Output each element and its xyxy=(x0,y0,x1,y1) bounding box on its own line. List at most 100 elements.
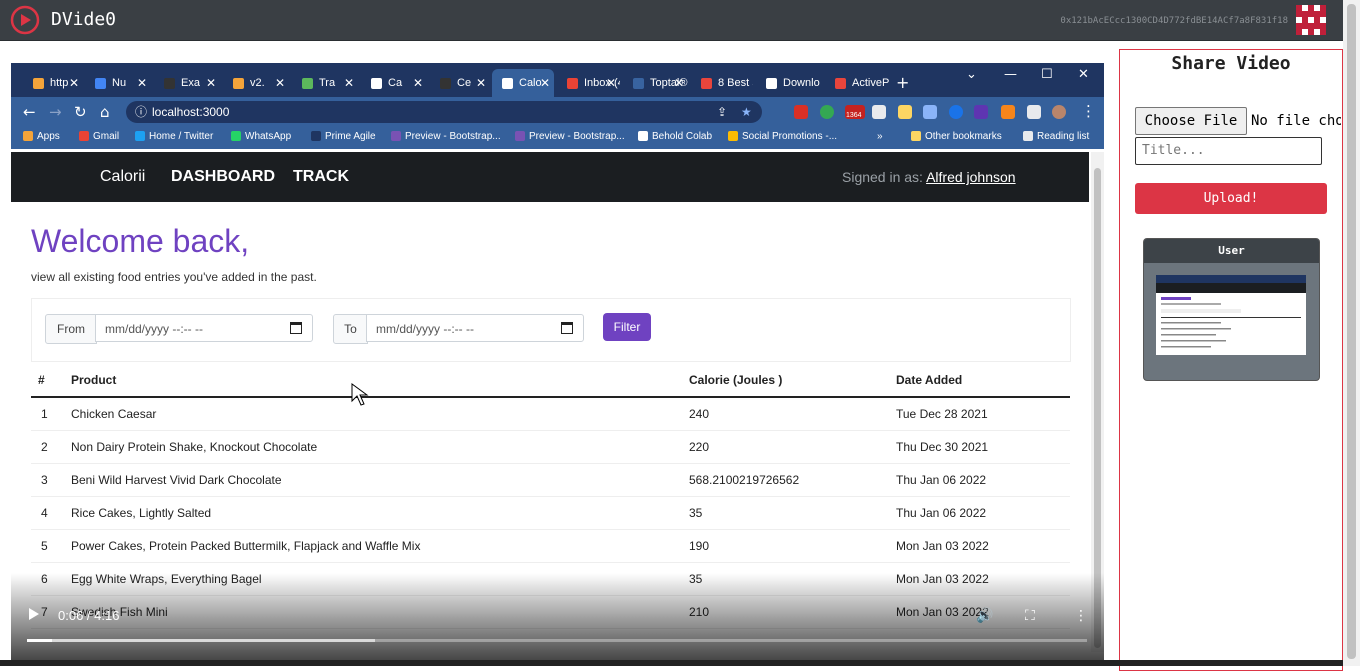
browser-toolbar: ← → ↻ ⌂ ⓘ localhost:3000 ⇪ ★ 1364 ⋮ xyxy=(11,97,1104,127)
welcome-subtitle: view all existing food entries you've ad… xyxy=(31,270,317,284)
forward-icon[interactable]: → xyxy=(49,103,62,121)
extension-icon[interactable] xyxy=(872,105,886,119)
tab-close-icon[interactable]: ✕ xyxy=(674,69,684,97)
table-row: 2 Non Dairy Protein Shake, Knockout Choco… xyxy=(31,430,1070,464)
bookmarks-bar: » Other bookmarks Reading list Apps Gmail… xyxy=(11,127,1104,149)
bookmark-item[interactable]: Social Promotions -... xyxy=(728,131,837,142)
wallet-address: 0x121bAcECcc1300CD4D772fdBE14ACf7a8F831f… xyxy=(1060,16,1288,26)
nav-dashboard[interactable]: DASHBOARD xyxy=(171,168,275,186)
tab-close-icon[interactable]: ✕ xyxy=(476,69,486,97)
bookmark-favicon-icon xyxy=(231,131,241,142)
minimize-icon[interactable]: — xyxy=(1004,67,1017,82)
from-date-input[interactable]: mm/dd/yyyy --:-- -- xyxy=(95,314,313,342)
header-index: # xyxy=(38,373,45,387)
extension-icon[interactable] xyxy=(974,105,988,119)
bookmark-item[interactable]: Behold Colab xyxy=(638,131,712,142)
tab-close-icon[interactable]: ✕ xyxy=(606,69,616,97)
browser-tab[interactable]: Downlo xyxy=(756,69,822,97)
filter-button[interactable]: Filter xyxy=(603,313,651,341)
more-icon[interactable]: ⋮ xyxy=(1081,102,1096,120)
extension-icon[interactable] xyxy=(898,105,912,119)
tab-close-icon[interactable]: ✕ xyxy=(275,69,285,97)
extension-icon[interactable] xyxy=(949,105,963,119)
bookmarks-overflow[interactable]: » xyxy=(877,131,883,142)
play-icon[interactable] xyxy=(29,608,39,620)
metamask-icon[interactable] xyxy=(1001,105,1015,119)
close-window-icon[interactable]: ✕ xyxy=(1078,67,1089,82)
video-player[interactable]: ⌄ — ☐ ✕ http ✕ Nu ✕ Exa ✕ v2. ✕ Tra ✕ Ca ✕ Ce ✕ Calo ✕ I… xyxy=(11,63,1104,663)
bookmark-favicon-icon xyxy=(638,131,648,142)
extension-icon[interactable] xyxy=(794,105,808,119)
extension-icon[interactable] xyxy=(820,105,834,119)
bookmark-item[interactable]: Preview - Bootstrap... xyxy=(515,131,625,142)
user-identicon-icon[interactable] xyxy=(1296,5,1326,35)
cell-index: 3 xyxy=(41,473,48,487)
nav-track[interactable]: TRACK xyxy=(293,168,349,186)
video-menu-icon[interactable]: ⋮ xyxy=(1074,608,1088,624)
video-card[interactable]: User xyxy=(1143,238,1320,381)
tab-close-icon[interactable]: ✕ xyxy=(540,69,550,97)
browser-tab[interactable]: 8 Best S xyxy=(691,69,753,97)
browser-tab[interactable]: http ✕ xyxy=(23,69,83,97)
table-header: # Product Calorie (Joules ) Date Added xyxy=(31,363,1070,398)
browser-tab[interactable]: Ca ✕ xyxy=(361,69,427,97)
user-name-link[interactable]: Alfred johnson xyxy=(926,169,1016,185)
calendar-icon[interactable] xyxy=(290,322,302,334)
back-icon[interactable]: ← xyxy=(23,103,36,121)
browser-tab[interactable]: Tra ✕ xyxy=(292,69,358,97)
browser-tab[interactable]: Calo ✕ xyxy=(492,69,554,97)
bookmark-item[interactable]: Prime Agile xyxy=(311,131,376,142)
video-thumbnail[interactable] xyxy=(1156,275,1306,355)
maximize-icon[interactable]: ☐ xyxy=(1041,67,1053,82)
bookmark-item[interactable]: Home / Twitter xyxy=(135,131,213,142)
fullscreen-icon[interactable]: ⛶ xyxy=(1025,608,1035,624)
extension-badge[interactable]: 1364 xyxy=(845,105,865,119)
reading-list-label: Reading list xyxy=(1037,131,1090,142)
browser-tab[interactable]: Ce ✕ xyxy=(430,69,490,97)
video-time: 0:06 / 4:16 xyxy=(58,608,120,623)
tab-close-icon[interactable]: ✕ xyxy=(137,69,147,97)
browser-tab[interactable]: v2. ✕ xyxy=(223,69,289,97)
window-scrollbar[interactable] xyxy=(1343,0,1360,666)
title-input[interactable]: Title... xyxy=(1135,137,1322,165)
to-date-input[interactable]: mm/dd/yyyy --:-- -- xyxy=(366,314,584,342)
tab-close-icon[interactable]: ✕ xyxy=(413,69,423,97)
reading-list[interactable]: Reading list xyxy=(1023,131,1089,142)
tab-close-icon[interactable]: ✕ xyxy=(206,69,216,97)
browser-tab[interactable]: Toptal® ✕ xyxy=(623,69,688,97)
tab-label: Tra xyxy=(319,77,336,89)
browser-tab[interactable]: ActiveP xyxy=(825,69,895,97)
browser-tab[interactable]: Nu ✕ xyxy=(85,69,151,97)
bookmark-favicon-icon xyxy=(135,131,145,142)
header-product: Product xyxy=(71,373,117,387)
bookmark-item[interactable]: Preview - Bootstrap... xyxy=(391,131,501,142)
calorii-brand[interactable]: Calorii xyxy=(100,168,145,186)
volume-icon[interactable]: 🔊 xyxy=(976,608,993,624)
other-bookmarks[interactable]: Other bookmarks xyxy=(911,131,1002,142)
calendar-icon[interactable] xyxy=(561,322,573,334)
browser-tab[interactable]: Exa ✕ xyxy=(154,69,220,97)
video-progress-bar[interactable] xyxy=(27,639,1087,642)
extension-icon[interactable] xyxy=(923,105,937,119)
address-bar[interactable]: ⓘ localhost:3000 ⇪ ★ xyxy=(126,101,762,123)
upload-button[interactable]: Upload! xyxy=(1135,183,1327,214)
choose-file-button[interactable]: Choose File xyxy=(1135,107,1247,135)
tab-close-icon[interactable]: ✕ xyxy=(69,69,79,97)
puzzle-icon[interactable] xyxy=(1027,105,1041,119)
bookmark-item[interactable]: Apps xyxy=(23,131,60,142)
bookmark-item[interactable]: Gmail xyxy=(79,131,119,142)
bookmark-star-icon[interactable]: ★ xyxy=(741,101,752,123)
info-icon[interactable]: ⓘ xyxy=(135,101,147,123)
home-icon[interactable]: ⌂ xyxy=(100,103,110,121)
bookmark-label: Home / Twitter xyxy=(149,131,214,142)
window-scroll-thumb[interactable] xyxy=(1347,4,1356,659)
bookmark-item[interactable]: WhatsApp xyxy=(231,131,291,142)
play-logo-icon[interactable] xyxy=(10,5,40,35)
browser-tab[interactable]: Inbox (4 ✕ xyxy=(557,69,620,97)
new-tab-icon[interactable]: + xyxy=(896,73,909,92)
profile-avatar[interactable] xyxy=(1052,105,1066,119)
tab-close-icon[interactable]: ✕ xyxy=(344,69,354,97)
share-icon[interactable]: ⇪ xyxy=(717,101,727,123)
tab-search-icon[interactable]: ⌄ xyxy=(966,67,977,82)
reload-icon[interactable]: ↻ xyxy=(74,103,87,121)
